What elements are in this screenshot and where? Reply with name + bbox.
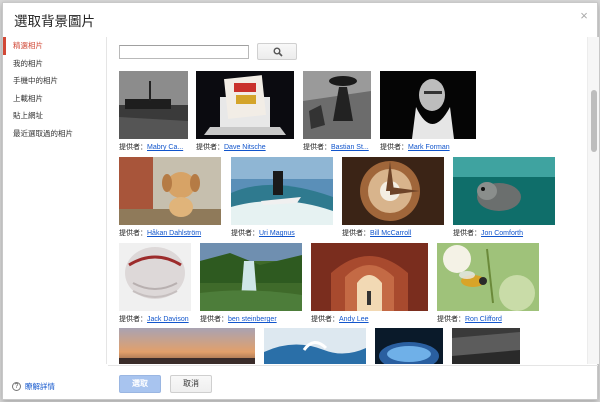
caption-prefix: 提供者： [119,230,147,237]
photo-thumbnail [453,157,555,225]
photo-thumbnail [119,157,221,225]
photo-thumbnail [119,71,188,139]
photo-thumbnail [196,71,294,139]
select-button[interactable]: 選取 [119,375,161,393]
photo-thumbnail [311,243,428,311]
caption-prefix: 提供者： [453,230,481,237]
photo-grid-scrollbar[interactable] [587,37,599,364]
search-input[interactable] [119,45,249,59]
dialog-titlebar: 選取背景圖片 × [3,3,597,35]
photo-author-link[interactable]: Bill McCarroll [370,230,411,237]
learn-more-link[interactable]: ? 瞭解詳情 [12,381,55,392]
caption-prefix: 提供者： [437,316,465,323]
photo-thumbnail [264,328,366,364]
photo-thumbnail [303,71,371,139]
caption-prefix: 提供者： [231,230,259,237]
caption-prefix: 提供者： [119,144,147,151]
dialog-title: 選取背景圖片 [14,14,95,29]
photo-thumbnail [380,71,476,139]
scrollbar-thumb[interactable] [591,90,597,152]
photo-author-link[interactable]: Mabry Ca... [147,144,183,151]
photo-thumbnail [200,243,302,311]
photo-author-link[interactable]: Jon Comforth [481,230,523,237]
photo-grid: 提供者：Mabry Ca... 提供者：Dave Nitsche 提供者：Bas… [108,37,586,364]
search-icon [273,47,283,57]
photo-author-link[interactable]: Mark Forman [408,144,450,151]
learn-more-label: 瞭解詳情 [25,382,55,391]
caption-prefix: 提供者： [196,144,224,151]
caption-prefix: 提供者： [119,316,147,323]
photo-author-link[interactable]: Håkan Dahlström [147,230,201,237]
photo-thumbnail [119,243,191,311]
dialog-footer: 選取 取消 [108,365,598,400]
photo-thumbnail [437,243,539,311]
sidebar-item-featured[interactable]: 精選相片 [3,37,106,55]
caption-prefix: 提供者： [303,144,331,151]
search-button[interactable] [257,43,297,60]
sidebar-item-my-photos[interactable]: 我的相片 [3,55,106,73]
photo-author-link[interactable]: Andy Lee [339,316,369,323]
photo-author-link[interactable]: Uri Magnus [259,230,295,237]
sidebar-item-paste-url[interactable]: 貼上網址 [3,107,106,125]
sidebar: 精選相片 我的相片 手機中的相片 上載相片 貼上網址 最近選取過的相片 [3,37,107,364]
photo-author-link[interactable]: ben steinberger [228,316,277,323]
help-icon: ? [12,382,21,391]
background-picker-dialog: 選取背景圖片 × 精選相片 我的相片 手機中的相片 上載相片 貼上網址 最近選取… [2,2,599,400]
photo-thumbnail [342,157,444,225]
cancel-button[interactable]: 取消 [170,375,212,393]
sidebar-item-recent[interactable]: 最近選取過的相片 [3,125,106,143]
photo-author-link[interactable]: Dave Nitsche [224,144,266,151]
photo-author-link[interactable]: Bastian St... [331,144,369,151]
photo-thumbnail [231,157,333,225]
photo-thumbnail [119,328,255,364]
photo-author-link[interactable]: Ron Clifford [465,316,502,323]
sidebar-item-phone-photos[interactable]: 手機中的相片 [3,72,106,90]
caption-prefix: 提供者： [200,316,228,323]
photo-author-link[interactable]: Jack Davison [147,316,189,323]
photo-thumbnail [452,328,520,364]
close-icon[interactable]: × [578,9,590,22]
caption-prefix: 提供者： [311,316,339,323]
photo-thumbnail [375,328,443,364]
caption-prefix: 提供者： [380,144,408,151]
caption-prefix: 提供者： [342,230,370,237]
sidebar-item-upload[interactable]: 上載相片 [3,90,106,108]
